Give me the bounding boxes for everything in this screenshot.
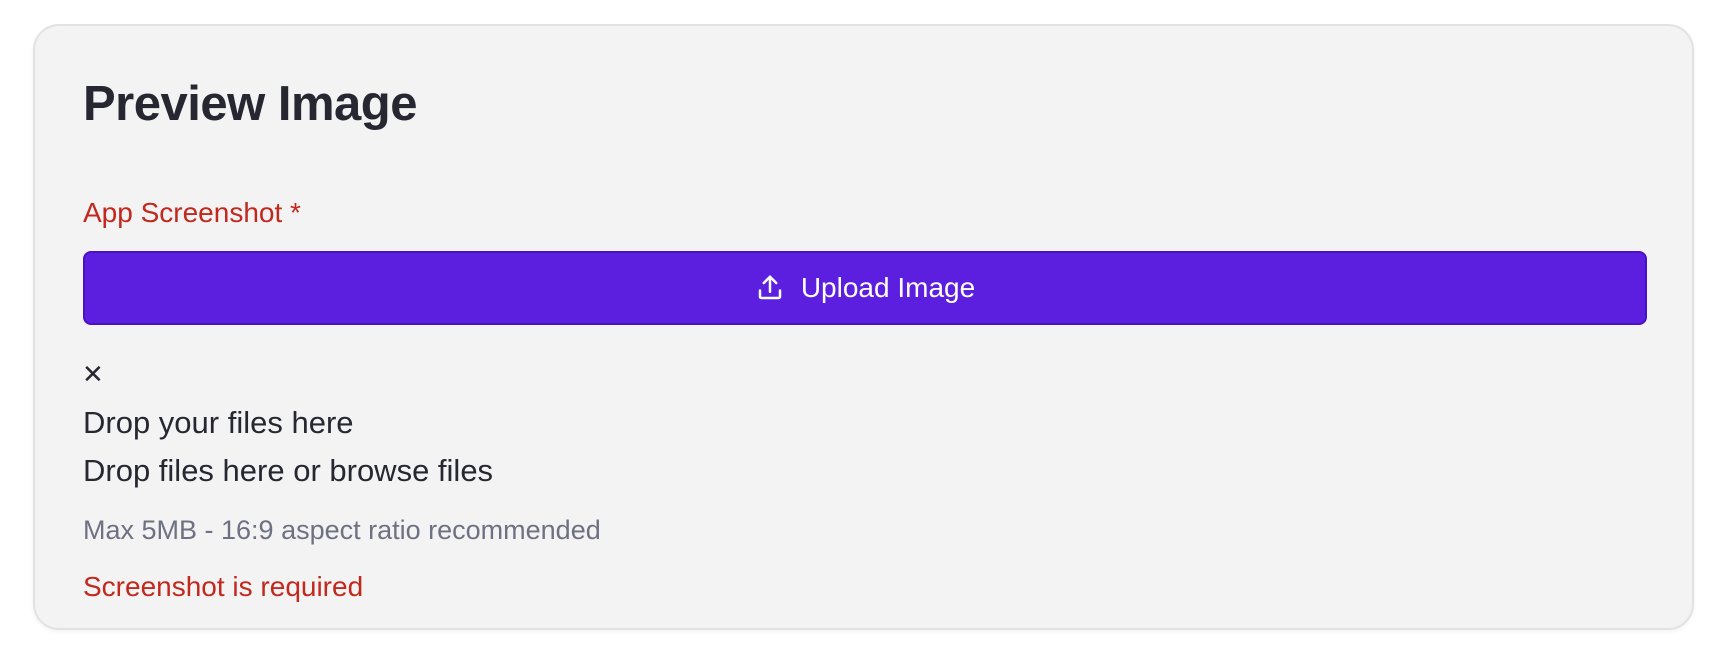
validation-error: Screenshot is required (83, 571, 364, 602)
dropzone-title[interactable]: Drop your files here (83, 404, 354, 441)
upload-icon (755, 273, 785, 303)
app-screenshot-label: App Screenshot * (83, 197, 301, 228)
upload-image-button[interactable]: Upload Image (83, 251, 1647, 325)
file-size-hint: Max 5MB - 16:9 aspect ratio recommended (83, 515, 601, 545)
preview-image-card: Preview Image App Screenshot * Upload Im… (33, 24, 1694, 630)
card-title: Preview Image (83, 77, 417, 131)
close-icon[interactable]: ✕ (82, 361, 104, 387)
dropzone-subtitle[interactable]: Drop files here or browse files (83, 452, 493, 489)
upload-image-label: Upload Image (800, 272, 976, 303)
